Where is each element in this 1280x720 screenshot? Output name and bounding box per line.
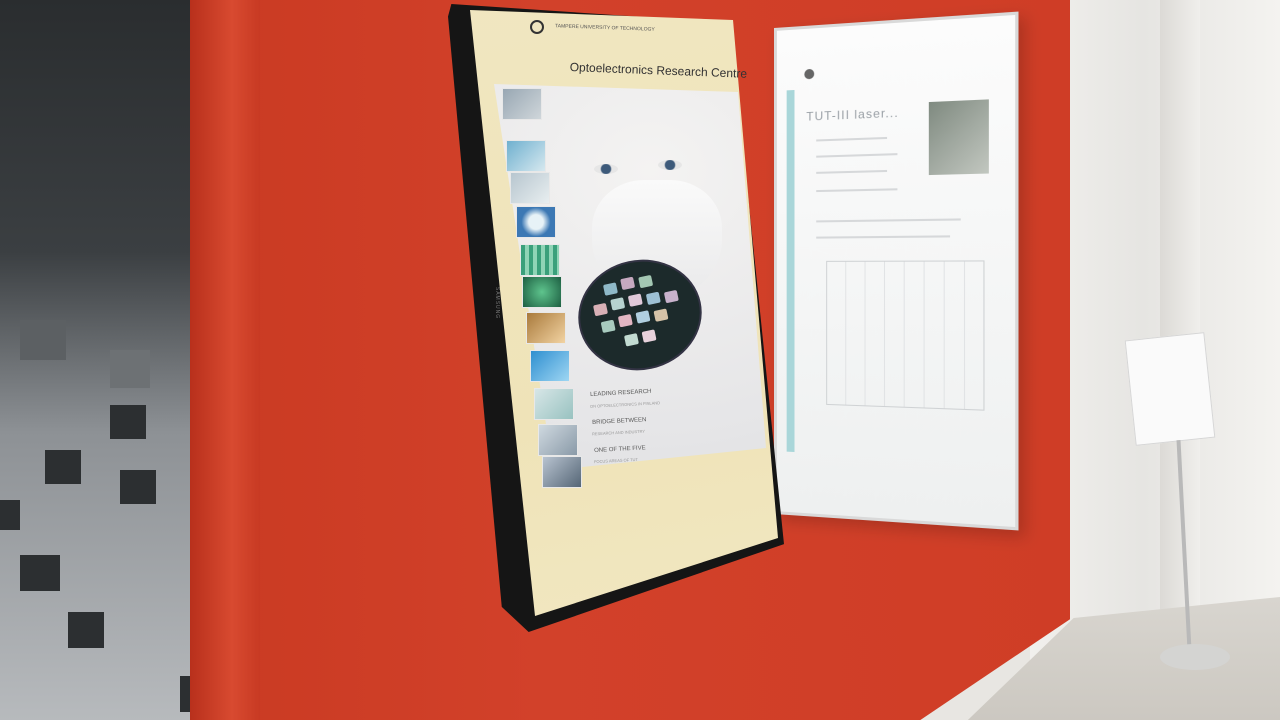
poster-accent-bar: [786, 89, 795, 453]
pattern-square: [20, 555, 60, 591]
wafer-chip: [620, 276, 636, 291]
thumbnail: [538, 424, 578, 456]
wafer-chip: [641, 329, 657, 343]
left-eye: [594, 164, 618, 174]
eyes: [590, 152, 700, 178]
wafer-chip: [600, 319, 616, 334]
pattern-square: [20, 320, 66, 360]
thumbnail: [522, 276, 562, 308]
thumbnail: [502, 88, 542, 120]
info-stand-base: [1160, 644, 1230, 670]
poster-text-line: [816, 235, 951, 239]
right-eye: [658, 160, 682, 170]
wafer-chip: [593, 302, 609, 317]
thumbnail: [516, 206, 556, 238]
wafer-chip: [635, 310, 651, 324]
wafer-chip: [645, 291, 661, 306]
wafer-chip: [627, 293, 643, 307]
pattern-square: [110, 405, 146, 439]
red-wall-corner: [190, 0, 260, 720]
wafer-chip: [617, 313, 633, 328]
scene: TUT-III laser... SAMSUNG TAMPERE UNIVERS…: [0, 0, 1280, 720]
thumbnail: [526, 312, 566, 344]
poster-title: TUT-III laser...: [806, 105, 899, 124]
poster-text-line: [816, 188, 898, 193]
poster-text-line: [816, 169, 888, 174]
thumbnail: [520, 244, 560, 276]
thumbnail: [530, 350, 570, 382]
pattern-square: [120, 470, 156, 504]
thumbnail: [510, 172, 550, 204]
wafer-chip: [602, 282, 618, 296]
university-logo: [530, 20, 544, 34]
thumbnail: [534, 388, 574, 420]
wall-column: [1160, 0, 1200, 620]
pattern-square: [45, 450, 81, 484]
poster-text-line: [816, 136, 888, 142]
pattern-square: [0, 500, 20, 530]
pattern-square: [68, 612, 104, 648]
poster-photo: [928, 99, 989, 176]
wafer-chip: [663, 289, 679, 304]
wafer-chip: [653, 308, 669, 322]
thumbnail: [542, 456, 582, 488]
thumbnail: [506, 140, 546, 172]
wafer-chip: [610, 297, 626, 311]
wafer-chip: [623, 333, 639, 347]
thumbnail-strip: [500, 86, 582, 488]
info-stand-sheet: [1124, 332, 1216, 446]
poster-text-line: [816, 218, 961, 223]
poster-chart: [826, 260, 985, 411]
wafer-chip: [638, 274, 654, 289]
pattern-square: [110, 350, 150, 388]
poster-logo: [804, 68, 815, 80]
wall-poster: TUT-III laser...: [774, 11, 1019, 531]
poster-text-line: [816, 153, 898, 158]
